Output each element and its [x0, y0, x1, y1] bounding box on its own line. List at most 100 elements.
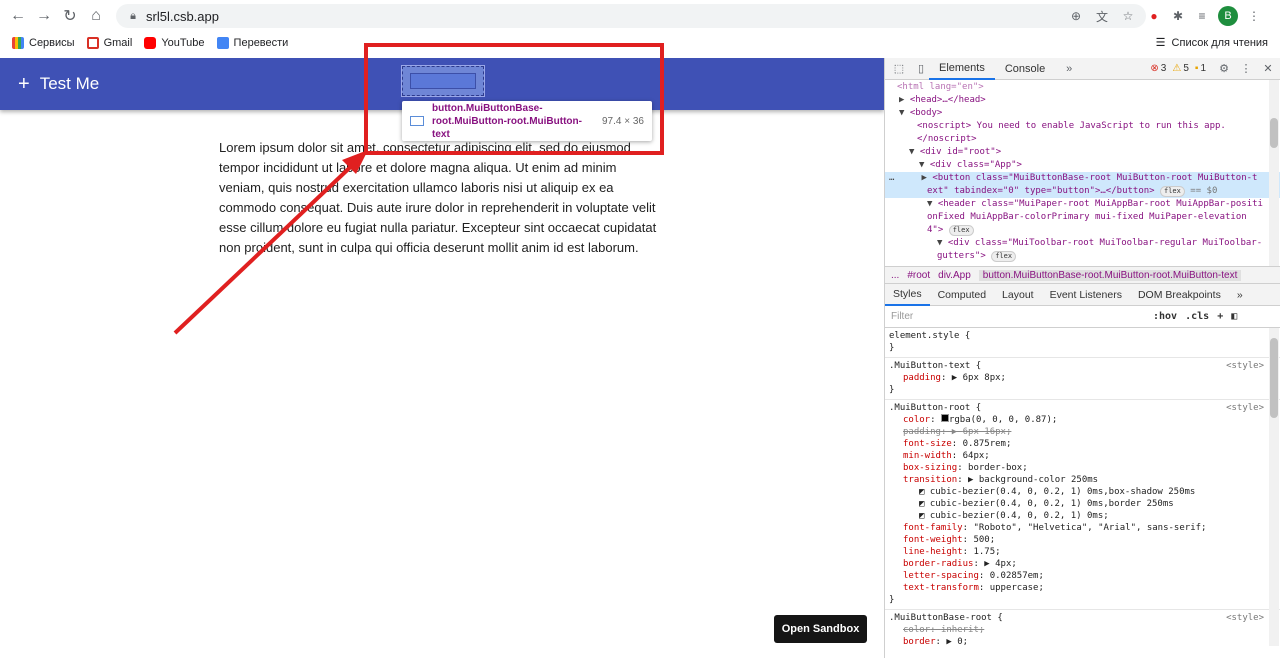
dom-node-head[interactable]: ▶ <head>…</head>	[885, 94, 1280, 107]
rule-muibutton-root[interactable]: .MuiButton-root { <style> color: rgba(0,…	[885, 400, 1280, 610]
cls-toggle[interactable]: .cls	[1185, 311, 1209, 322]
flex-pill[interactable]: flex	[991, 251, 1017, 262]
dom-scrollbar[interactable]	[1269, 80, 1279, 266]
breadcrumb-app[interactable]: div.App	[938, 270, 971, 281]
open-sandbox-button[interactable]: Open Sandbox	[774, 615, 867, 643]
css-property[interactable]: color: rgba(0, 0, 0, 0.87);	[889, 414, 1274, 426]
css-property[interactable]: font-family: "Roboto", "Helvetica", "Ari…	[889, 522, 1274, 534]
bezier-icon[interactable]: ◩	[919, 487, 924, 497]
bookmark-services[interactable]: Сервисы	[12, 37, 75, 49]
dom-node-body[interactable]: ▼ <body>	[885, 107, 1280, 120]
css-property[interactable]: border-radius: ▶ 4px;	[889, 558, 1274, 570]
css-subvalue[interactable]: ◩ cubic-bezier(0.4, 0, 0.2, 1) 0ms,borde…	[889, 498, 1274, 510]
translate-icon[interactable]: 文	[1094, 8, 1110, 24]
close-devtools-icon[interactable]: ✕	[1260, 61, 1276, 77]
reload-icon[interactable]: ↻	[57, 3, 83, 29]
breadcrumb-more[interactable]: ...	[891, 270, 899, 281]
back-icon[interactable]: ←	[5, 3, 31, 29]
css-property[interactable]: min-width: 64px;	[889, 450, 1274, 462]
flex-pill[interactable]: flex	[948, 225, 974, 236]
dom-node-noscript-close[interactable]: </noscript>	[885, 133, 1280, 146]
dom-node-toolbar[interactable]: ▼ <div class="MuiToolbar-root MuiToolbar…	[885, 237, 1280, 250]
tab-layout[interactable]: Layout	[994, 284, 1042, 306]
inspected-button-highlight[interactable]	[401, 65, 485, 97]
color-swatch-icon[interactable]	[940, 414, 949, 422]
css-property[interactable]: font-weight: 500;	[889, 534, 1274, 546]
avatar[interactable]: B	[1218, 6, 1238, 26]
puzzle-icon[interactable]: ✱	[1170, 8, 1186, 24]
tab-console[interactable]: Console	[995, 58, 1055, 80]
device-toolbar-icon[interactable]: ▯	[913, 61, 929, 77]
dom-node-app[interactable]: ▼ <div class="App">	[885, 159, 1280, 172]
issues-badge[interactable]: ▪ 1	[1195, 63, 1206, 74]
rule-source-link[interactable]: <style>	[1226, 612, 1264, 624]
add-rule-icon[interactable]: +	[1217, 311, 1223, 322]
settings-gear-icon[interactable]: ⚙	[1216, 61, 1232, 77]
dom-node-noscript[interactable]: <noscript> You need to enable JavaScript…	[885, 120, 1280, 133]
css-property[interactable]: padding: ▶ 6px 8px;	[889, 372, 1274, 384]
tab-dom-breakpoints[interactable]: DOM Breakpoints	[1130, 284, 1229, 306]
forward-icon[interactable]: →	[31, 3, 57, 29]
css-property[interactable]: letter-spacing: 0.02857em;	[889, 570, 1274, 582]
dom-node-header-cont[interactable]: onFixed MuiAppBar-colorPrimary mui-fixed…	[885, 211, 1280, 224]
dom-node-header[interactable]: ▼ <header class="MuiPaper-root MuiAppBar…	[885, 198, 1280, 211]
rule-source-link[interactable]: <style>	[1226, 402, 1264, 414]
devtools-menu-icon[interactable]: ⋮	[1238, 61, 1254, 77]
rule-muibutton-text[interactable]: .MuiButton-text { <style> padding: ▶ 6px…	[885, 358, 1280, 400]
dom-node-button-selected[interactable]: … ▶ <button class="MuiButtonBase-root Mu…	[885, 172, 1280, 185]
url-text[interactable]: srl5l.csb.app	[146, 9, 219, 24]
lock-icon[interactable]: 🔒︎	[126, 9, 140, 23]
dom-tree[interactable]: <html lang="en"> ▶ <head>…</head> ▼ <bod…	[885, 80, 1280, 266]
flex-pill[interactable]: flex	[1160, 186, 1185, 197]
reading-list[interactable]: ☰ Список для чтения	[1156, 36, 1268, 50]
dom-node-button-cont[interactable]: ext" tabindex="0" type="button">…</butto…	[885, 185, 1280, 198]
css-subvalue[interactable]: ◩ cubic-bezier(0.4, 0, 0.2, 1) 0ms;	[889, 510, 1274, 522]
bookmark-youtube[interactable]: YouTube	[144, 37, 205, 49]
dom-node-header-end[interactable]: 4"> flex	[885, 224, 1280, 237]
address-bar[interactable]: 🔒︎ srl5l.csb.app ⊕ 文 ☆	[116, 4, 1146, 28]
dom-scroll-thumb[interactable]	[1270, 118, 1278, 148]
star-icon[interactable]: ☆	[1120, 8, 1136, 24]
bookmark-translate[interactable]: Перевести	[216, 37, 288, 49]
css-property-overridden[interactable]: padding: ▶ 6px 16px;	[889, 426, 1274, 438]
sidebar-toggle-icon[interactable]: ◧	[1231, 311, 1237, 322]
tab-styles[interactable]: Styles	[885, 284, 930, 306]
breadcrumb-button[interactable]: button.MuiButtonBase-root.MuiButton-root…	[978, 269, 1242, 281]
tab-event-listeners[interactable]: Event Listeners	[1042, 284, 1130, 306]
install-icon[interactable]: ⊕	[1068, 8, 1084, 24]
css-property[interactable]: box-sizing: border-box;	[889, 462, 1274, 474]
home-icon[interactable]: ⌂	[83, 3, 109, 29]
hov-toggle[interactable]: :hov	[1153, 311, 1177, 322]
warning-badge[interactable]: ⚠ 5	[1172, 63, 1189, 74]
media-icon[interactable]: ≡	[1194, 8, 1210, 24]
css-property-overridden[interactable]: color: inherit;	[889, 624, 1274, 636]
css-property[interactable]: font-size: 0.875rem;	[889, 438, 1274, 450]
css-property[interactable]: text-transform: uppercase;	[889, 582, 1274, 594]
dom-node-root[interactable]: ▼ <div id="root">	[885, 146, 1280, 159]
more-style-tabs-icon[interactable]: »	[1229, 284, 1251, 306]
tab-elements[interactable]: Elements	[929, 58, 995, 80]
rule-source-link[interactable]: <style>	[1226, 360, 1264, 372]
inspect-icon[interactable]: ⬚	[891, 61, 907, 77]
dom-node-toolbar-cont[interactable]: gutters"> flex	[885, 250, 1280, 263]
styles-scroll-thumb[interactable]	[1270, 338, 1278, 418]
css-property[interactable]: border: ▶ 0;	[889, 636, 1274, 646]
menu-icon[interactable]: ⋮	[1246, 8, 1262, 24]
bookmark-gmail[interactable]: Gmail	[86, 37, 132, 49]
css-property[interactable]: transition: ▶ background-color 250ms	[889, 474, 1274, 486]
filter-input[interactable]: Filter	[891, 311, 1153, 322]
plus-icon[interactable]: +	[18, 73, 30, 96]
rule-muibuttonbase-root[interactable]: .MuiButtonBase-root { <style> color: inh…	[885, 610, 1280, 646]
rule-element-style[interactable]: element.style { }	[885, 328, 1280, 358]
css-subvalue[interactable]: ◩ cubic-bezier(0.4, 0, 0.2, 1) 0ms,box-s…	[889, 486, 1274, 498]
css-property[interactable]: line-height: 1.75;	[889, 546, 1274, 558]
opera-icon[interactable]: ●	[1146, 8, 1162, 24]
tab-computed[interactable]: Computed	[930, 284, 994, 306]
styles-scrollbar[interactable]	[1269, 328, 1279, 646]
more-tabs-icon[interactable]: »	[1061, 61, 1077, 77]
bezier-icon[interactable]: ◩	[919, 499, 924, 509]
breadcrumb-root[interactable]: #root	[907, 270, 930, 281]
error-badge[interactable]: ⊗ 3	[1150, 63, 1166, 74]
bezier-icon[interactable]: ◩	[919, 511, 924, 521]
dom-node-html[interactable]: <html lang="en">	[885, 81, 1280, 94]
